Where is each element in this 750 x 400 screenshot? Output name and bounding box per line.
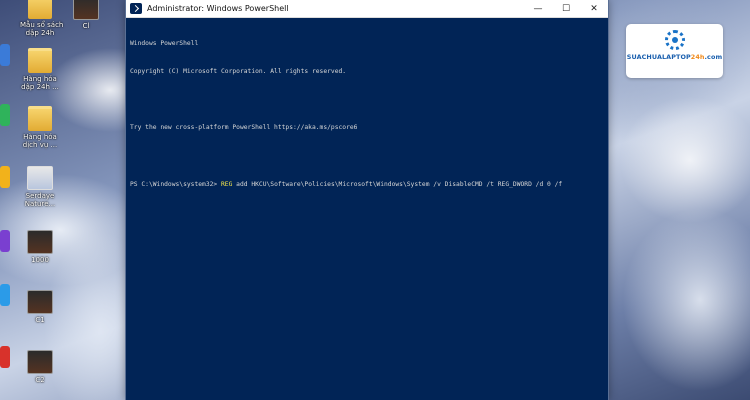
brand-text-main: SUACHUALAPTOP	[626, 53, 691, 61]
desktop-icon-label: Hàng hóa dịch vụ ...	[22, 133, 58, 150]
brand-logo: SUACHUALAPTOP24h.com	[626, 24, 723, 78]
app-icon-partial[interactable]	[0, 284, 10, 306]
app-icon-partial[interactable]	[0, 230, 10, 252]
desktop-icon-video[interactable]: Cl	[66, 0, 106, 30]
brand-text-suffix: .com	[704, 53, 723, 61]
video-thumbnail-icon	[73, 0, 99, 20]
terminal-line: Copyright (C) Microsoft Corporation. All…	[130, 68, 347, 76]
app-icon-partial[interactable]	[0, 166, 10, 188]
gear-icon	[664, 30, 685, 50]
terminal-line: Try the new cross-platform PowerShell ht…	[130, 124, 358, 132]
terminal-prompt: PS C:\Windows\system32>	[130, 180, 221, 188]
app-icon-partial[interactable]	[0, 346, 10, 368]
command-arguments: add HKCU\Software\Policies\Microsoft\Win…	[232, 180, 563, 188]
folder-icon	[28, 0, 52, 19]
desktop-icon-video[interactable]: 1000	[20, 230, 60, 264]
desktop-icon-label: Cl	[82, 22, 90, 30]
folder-icon	[28, 106, 52, 131]
window-title: Administrator: Windows PowerShell	[147, 4, 289, 13]
desktop-icon-label: Serdaye Nature...	[24, 192, 56, 209]
brand-text-accent: 24h	[690, 53, 705, 61]
desktop-icon-folder[interactable]: Hàng hóa dịch vụ ...	[20, 106, 60, 149]
powershell-icon	[130, 3, 142, 14]
terminal-output[interactable]: Windows PowerShell Copyright (C) Microso…	[126, 18, 608, 210]
folder-icon	[28, 48, 52, 73]
video-thumbnail-icon	[27, 230, 53, 254]
video-thumbnail-icon	[27, 290, 53, 314]
desktop-icon-label: C2	[35, 376, 45, 384]
minimize-button[interactable]: —	[524, 0, 552, 17]
desktop-icon-label: Hàng hóa dập 24h ...	[21, 75, 59, 92]
desktop-icon-label: 1000	[31, 256, 49, 264]
app-icon-partial[interactable]	[0, 104, 10, 126]
powershell-window[interactable]: Administrator: Windows PowerShell — ☐ ✕ …	[125, 0, 609, 400]
brand-text: SUACHUALAPTOP24h.com	[626, 53, 723, 61]
video-thumbnail-icon	[27, 350, 53, 374]
desktop-icon-photo[interactable]: Serdaye Nature...	[20, 166, 60, 208]
window-titlebar[interactable]: Administrator: Windows PowerShell — ☐ ✕	[126, 0, 608, 18]
terminal-line: Windows PowerShell	[130, 39, 199, 47]
maximize-button[interactable]: ☐	[552, 0, 580, 17]
desktop-icon-label: C1	[35, 316, 45, 324]
command-keyword: REG	[221, 180, 233, 188]
image-file-icon	[27, 166, 53, 190]
desktop-icon-video[interactable]: C2	[20, 350, 60, 384]
close-button[interactable]: ✕	[580, 0, 608, 17]
command-line[interactable]: PS C:\Windows\system32> REG add HKCU\Sof…	[130, 180, 604, 189]
desktop-icon-video[interactable]: C1	[20, 290, 60, 324]
desktop-icon-folder[interactable]: Hàng hóa dập 24h ...	[20, 48, 60, 91]
desktop-icon-folder[interactable]: Mẫu sổ sách dập 24h	[20, 0, 64, 38]
app-icon-partial[interactable]	[0, 44, 10, 66]
desktop-icon-label: Mẫu sổ sách dập 24h	[20, 21, 64, 38]
